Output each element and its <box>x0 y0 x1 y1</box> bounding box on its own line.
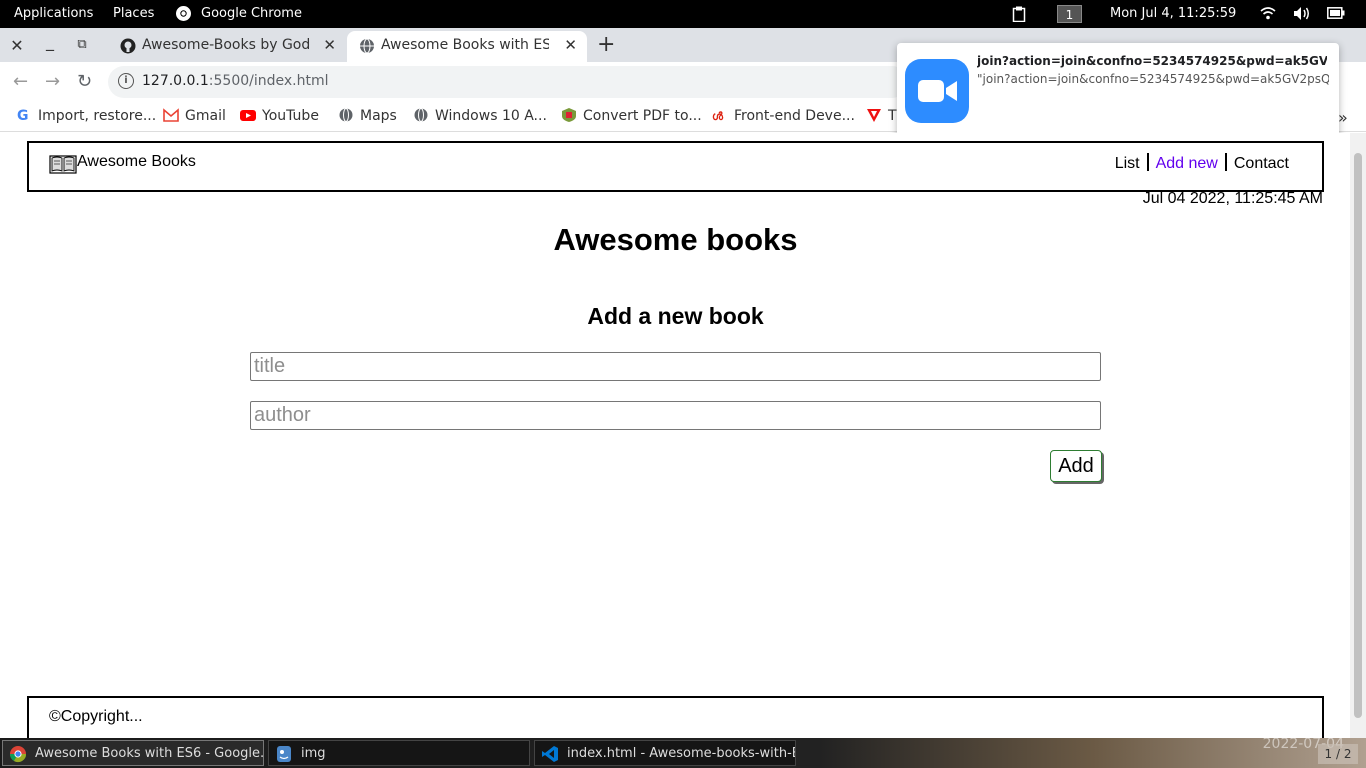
wifi-icon[interactable] <box>1260 7 1276 20</box>
clock[interactable]: Mon Jul 4, 11:25:59 <box>1110 6 1236 21</box>
t-icon <box>867 109 881 122</box>
bookmark-label: T <box>888 108 897 124</box>
tab-awesome-books-es6[interactable]: Awesome Books with ES6 ✕ <box>347 31 587 62</box>
bookmark-front-end-dev[interactable]: ൾ Front-end Deve... <box>712 108 855 124</box>
chrome-icon <box>9 746 27 763</box>
page-title: Awesome books <box>553 222 798 257</box>
bookmark-gmail[interactable]: Gmail <box>163 108 226 124</box>
tab-close-icon[interactable]: ✕ <box>564 36 577 54</box>
svg-text:G: G <box>17 108 29 122</box>
notification-title: join?action=join&confno=5234574925&pwd=a… <box>977 54 1327 68</box>
copyright-text: ©Copyright... <box>49 708 143 725</box>
volume-icon[interactable] <box>1293 6 1311 21</box>
dev-icon: ൾ <box>712 110 724 122</box>
bottom-taskbar: Awesome Books with ES6 - Google... img i… <box>0 736 1366 768</box>
more-bookmarks-chevron-icon[interactable]: » <box>1338 108 1348 127</box>
video-camera-icon <box>918 80 957 102</box>
page-viewport: Awesome Books List Add new Contact Jul 04 … <box>0 133 1366 738</box>
bookmark-label: Front-end Deve... <box>734 108 855 124</box>
author-input[interactable] <box>250 401 1101 430</box>
current-date: Jul 04 2022, 11:25:45 AM <box>1142 190 1323 207</box>
bookmark-label: Convert PDF to... <box>583 108 702 124</box>
brand[interactable]: Awesome Books <box>49 153 196 175</box>
bookmark-label: Gmail <box>185 108 226 124</box>
globe-icon <box>360 38 374 54</box>
clipboard-icon[interactable] <box>1012 6 1026 22</box>
pdf-icon <box>562 108 576 122</box>
zoom-notification[interactable]: join?action=join&confno=5234574925&pwd=a… <box>897 43 1339 139</box>
file-manager-icon <box>277 746 291 762</box>
scrollbar-thumb[interactable] <box>1354 153 1362 718</box>
bookmark-maps[interactable]: Maps <box>338 108 397 124</box>
url-text[interactable]: 127.0.0.1:5500/index.html <box>142 73 329 89</box>
address-bar[interactable]: i 127.0.0.1:5500/index.html <box>108 66 908 98</box>
workspace-pager[interactable]: 1 / 2 <box>1318 744 1358 764</box>
globe-icon <box>339 108 353 122</box>
back-arrow-icon[interactable]: ← <box>13 71 28 92</box>
add-button[interactable]: Add <box>1050 450 1102 482</box>
url-path: :5500/index.html <box>208 73 329 89</box>
tab-close-icon[interactable]: ✕ <box>323 36 336 54</box>
nav-link-contact[interactable]: Contact <box>1227 155 1296 173</box>
url-host: 127.0.0.1 <box>142 73 209 89</box>
taskbar-item-chrome[interactable]: Awesome Books with ES6 - Google... <box>2 740 264 766</box>
nav-link-list[interactable]: List <box>1108 155 1147 173</box>
taskbar-item-label: img <box>301 746 326 761</box>
restore-window-icon[interactable]: ⧉ <box>72 37 92 52</box>
book-logo-icon <box>49 155 77 174</box>
site-navbar: Awesome Books List Add new Contact <box>27 141 1324 192</box>
bookmark-t[interactable]: T <box>866 108 897 124</box>
places-menu[interactable]: Places <box>113 6 154 21</box>
zoom-icon <box>905 59 969 123</box>
youtube-icon <box>240 110 256 121</box>
nav-link-add-new[interactable]: Add new <box>1149 155 1225 173</box>
gmail-icon <box>163 108 179 122</box>
applications-menu[interactable]: Applications <box>14 6 93 21</box>
bookmark-label: Maps <box>360 108 397 124</box>
workspace-indicator[interactable]: 1 <box>1057 5 1082 23</box>
site-info-icon[interactable]: i <box>118 73 134 89</box>
bookmark-label: Import, restore... <box>38 108 157 124</box>
bookmark-youtube[interactable]: YouTube <box>240 108 319 124</box>
battery-icon[interactable] <box>1327 7 1345 19</box>
gnome-top-bar: Applications Places Google Chrome 1 Mon … <box>0 0 1366 28</box>
notification-body: "join?action=join&confno=5234574925&pwd=… <box>977 72 1329 86</box>
taskbar-item-label: Awesome Books with ES6 - Google... <box>35 746 264 761</box>
svg-text:ൾ: ൾ <box>712 110 724 122</box>
bookmark-label: YouTube <box>262 108 319 124</box>
vertical-scrollbar[interactable] <box>1350 133 1366 738</box>
reload-icon[interactable]: ↻ <box>77 71 92 92</box>
tab-title: Awesome-Books by Godfr <box>142 37 310 53</box>
bookmark-label: Windows 10 A... <box>435 108 547 124</box>
taskbar-item-label: index.html - Awesome-books-with-E... <box>567 746 796 761</box>
brand-name: Awesome Books <box>77 153 196 170</box>
taskbar-item-img[interactable]: img <box>268 740 530 766</box>
github-icon <box>120 38 136 54</box>
chrome-icon <box>176 6 191 21</box>
bookmark-convert-pdf[interactable]: Convert PDF to... <box>561 108 702 124</box>
vscode-icon <box>542 746 558 762</box>
title-input[interactable] <box>250 352 1101 381</box>
nav-links: List Add new Contact <box>1108 153 1296 173</box>
tab-title: Awesome Books with ES6 <box>381 37 549 53</box>
site-footer: ©Copyright... <box>27 696 1324 738</box>
new-tab-plus-icon[interactable]: + <box>597 32 615 57</box>
globe-icon <box>414 108 428 122</box>
close-window-icon[interactable]: ✕ <box>7 36 27 55</box>
form-heading: Add a new book <box>587 303 764 329</box>
bookmark-windows-10[interactable]: Windows 10 A... <box>413 108 547 124</box>
forward-arrow-icon[interactable]: → <box>45 71 60 92</box>
tab-awesome-books-github[interactable]: Awesome-Books by Godfr ✕ <box>108 31 346 62</box>
minimize-window-icon[interactable]: _ <box>40 32 60 51</box>
taskbar-item-vscode[interactable]: index.html - Awesome-books-with-E... <box>534 740 796 766</box>
google-icon: G <box>17 108 29 122</box>
bookmark-import-restore[interactable]: G Import, restore... <box>16 108 156 124</box>
active-app-menu[interactable]: Google Chrome <box>201 6 302 21</box>
